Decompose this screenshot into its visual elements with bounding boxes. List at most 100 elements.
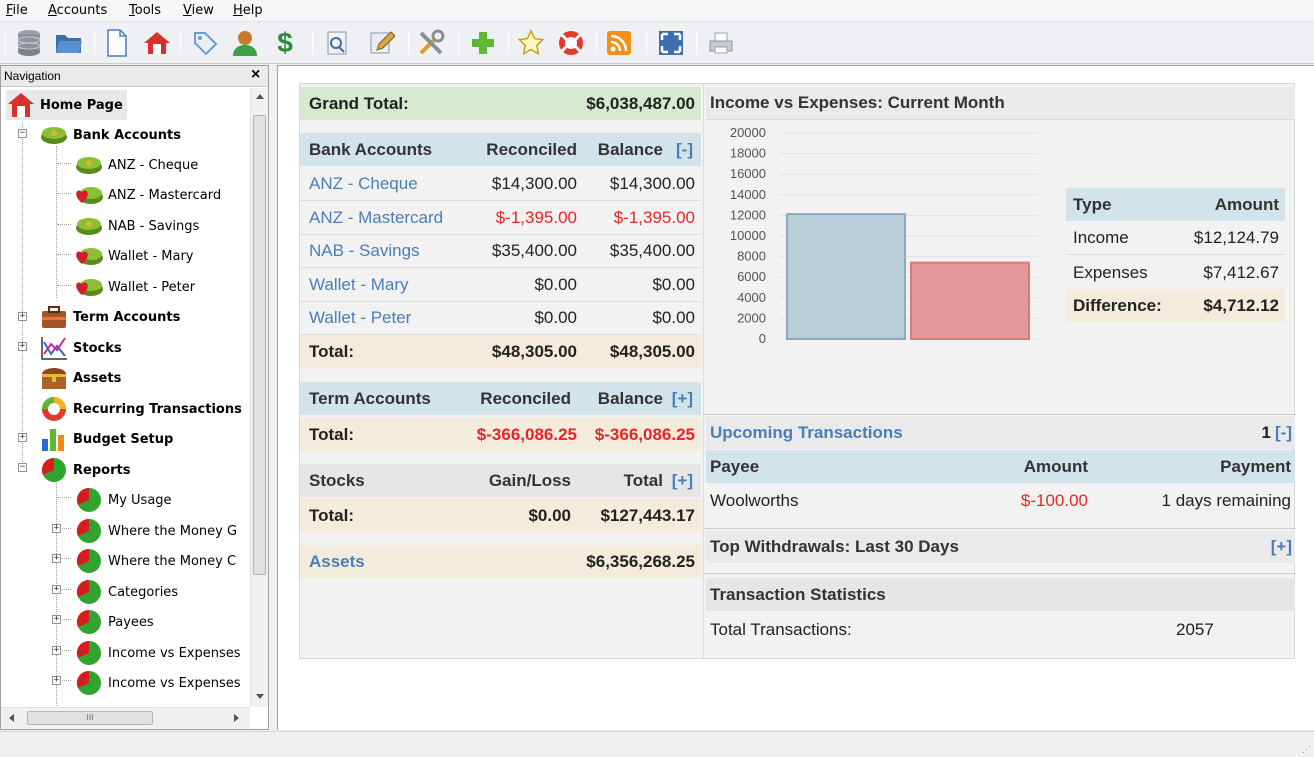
add-icon[interactable] bbox=[468, 28, 498, 58]
total-value: $127,443.17 bbox=[600, 505, 695, 525]
nav-item-label: ANZ - Cheque bbox=[108, 157, 199, 173]
upcoming-title[interactable]: Upcoming Transactions bbox=[710, 423, 903, 443]
nav-item-income-vs-expenses[interactable]: Income vs Expenses bbox=[74, 668, 241, 698]
top-withdrawals-header: Top Withdrawals: Last 30 Days [+] bbox=[706, 530, 1295, 563]
menu-tools[interactable]: Tools bbox=[129, 3, 161, 18]
money-heart-icon bbox=[76, 248, 103, 265]
nav-item-payees[interactable]: Payees bbox=[74, 607, 154, 637]
scroll-thumb[interactable] bbox=[253, 115, 266, 575]
scroll-right-icon[interactable] bbox=[234, 714, 239, 722]
nav-item-wallet-mary[interactable]: Wallet - Mary bbox=[74, 241, 193, 271]
user-icon[interactable] bbox=[230, 28, 260, 58]
menu-help[interactable]: Help bbox=[233, 3, 263, 18]
term-total-row: Total: $-366,086.25 $-366,086.25 bbox=[300, 418, 701, 451]
database-icon[interactable] bbox=[14, 28, 44, 58]
resize-grip-icon[interactable]: ⋰ bbox=[1302, 745, 1311, 755]
menu-accounts[interactable]: Accounts bbox=[48, 3, 107, 18]
collapse-toggle[interactable]: − bbox=[18, 129, 27, 138]
account-link[interactable]: NAB - Savings bbox=[309, 241, 420, 261]
nav-item-assets[interactable]: Assets bbox=[39, 363, 121, 393]
nav-item-income-vs-expenses[interactable]: Income vs Expenses bbox=[74, 638, 241, 668]
home-icon[interactable] bbox=[142, 28, 172, 58]
assets-link[interactable]: Assets bbox=[309, 552, 365, 572]
tag-icon[interactable] bbox=[190, 28, 220, 58]
expand-toggle[interactable]: + bbox=[18, 342, 27, 351]
difference-row: Difference: $4,712.12 bbox=[1066, 289, 1285, 322]
nav-item-my-usage[interactable]: My Usage bbox=[74, 485, 172, 515]
scroll-up-icon[interactable] bbox=[256, 94, 264, 99]
scroll-thumb[interactable]: III bbox=[27, 711, 153, 725]
total-gain: $0.00 bbox=[528, 505, 571, 525]
nav-item-label: My Usage bbox=[108, 492, 172, 508]
expand-withdrawals-link[interactable]: [+] bbox=[1271, 537, 1292, 557]
nav-item-anz-cheque[interactable]: ANZ - Cheque bbox=[74, 150, 198, 180]
table-row[interactable]: ANZ - Cheque $14,300.00 $14,300.00 bbox=[300, 168, 701, 201]
expand-toggle[interactable]: + bbox=[52, 554, 61, 563]
collapse-bank-link[interactable]: [-] bbox=[676, 140, 693, 160]
nav-item-categories[interactable]: Categories bbox=[74, 577, 178, 607]
nav-vertical-scrollbar[interactable] bbox=[250, 88, 268, 707]
edit-icon[interactable] bbox=[367, 28, 397, 58]
account-link[interactable]: Wallet - Mary bbox=[309, 275, 409, 295]
nav-item-recurring-transactions[interactable]: Recurring Transactions bbox=[39, 394, 242, 424]
expand-toggle[interactable]: + bbox=[18, 433, 27, 442]
nav-item-reports[interactable]: Reports bbox=[39, 455, 130, 485]
fullscreen-icon[interactable] bbox=[656, 28, 686, 58]
menu-view[interactable]: View bbox=[183, 3, 214, 18]
tools-icon[interactable] bbox=[416, 28, 446, 58]
table-row[interactable]: NAB - Savings $35,400.00 $35,400.00 bbox=[300, 235, 701, 268]
scroll-down-icon[interactable] bbox=[256, 694, 264, 699]
table-row[interactable]: ANZ - Mastercard $-1,395.00 $-1,395.00 bbox=[300, 202, 701, 235]
print-preview-icon[interactable] bbox=[322, 28, 352, 58]
account-link[interactable]: ANZ - Cheque bbox=[309, 174, 418, 194]
term-accounts-title: Term Accounts bbox=[309, 388, 431, 408]
nav-item-label: Where the Money C bbox=[108, 553, 237, 569]
close-icon[interactable]: × bbox=[251, 66, 260, 84]
nav-item-nab-savings[interactable]: NAB - Savings bbox=[74, 211, 199, 241]
collapse-toggle[interactable]: − bbox=[18, 463, 27, 472]
folder-open-icon[interactable] bbox=[54, 28, 84, 58]
nav-item-label: Income vs Expenses bbox=[108, 645, 241, 661]
nav-item-term-accounts[interactable]: Term Accounts bbox=[39, 302, 180, 332]
expand-toggle[interactable]: + bbox=[52, 676, 61, 685]
total-label: Total: bbox=[309, 505, 355, 525]
expand-stocks-link[interactable]: [+] bbox=[672, 471, 693, 491]
expand-toggle[interactable]: + bbox=[52, 524, 61, 533]
help-icon[interactable] bbox=[556, 28, 586, 58]
nav-item-where-money-comes[interactable]: Where the Money C bbox=[74, 546, 236, 576]
pie-chart-icon bbox=[76, 487, 101, 512]
nav-item-where-money-goes[interactable]: Where the Money G bbox=[74, 516, 237, 546]
nav-horizontal-scrollbar[interactable]: III bbox=[1, 707, 250, 729]
expand-toggle[interactable]: + bbox=[18, 312, 27, 321]
table-row[interactable]: Wallet - Mary $0.00 $0.00 bbox=[300, 269, 701, 302]
new-document-icon[interactable] bbox=[102, 28, 132, 58]
total-balance: $-366,086.25 bbox=[594, 424, 695, 444]
expand-toggle[interactable]: + bbox=[52, 646, 61, 655]
printer-icon[interactable] bbox=[706, 28, 736, 58]
scroll-left-icon[interactable] bbox=[9, 714, 14, 722]
type-header: Type bbox=[1073, 194, 1112, 214]
expand-toggle[interactable]: + bbox=[52, 615, 61, 624]
table-row[interactable]: Wallet - Peter $0.00 $0.00 bbox=[300, 302, 701, 335]
nav-item-label: ANZ - Mastercard bbox=[108, 187, 222, 203]
expand-toggle[interactable]: + bbox=[52, 585, 61, 594]
star-icon[interactable] bbox=[516, 28, 546, 58]
nav-item-anz-mastercard[interactable]: ANZ - Mastercard bbox=[74, 180, 221, 210]
amount-cell: $-100.00 bbox=[1020, 490, 1088, 510]
dollar-icon[interactable]: $ bbox=[270, 27, 300, 58]
menu-file[interactable]: File bbox=[6, 3, 28, 18]
upcoming-row[interactable]: Woolworths $-100.00 1 days remaining bbox=[706, 484, 1295, 517]
account-link[interactable]: ANZ - Mastercard bbox=[309, 208, 443, 228]
expand-term-link[interactable]: [+] bbox=[672, 389, 693, 409]
term-accounts-header: Term Accounts Reconciled Balance [+] bbox=[300, 382, 701, 415]
collapse-upcoming-link[interactable]: [-] bbox=[1275, 423, 1292, 443]
nav-item-wallet-peter[interactable]: Wallet - Peter bbox=[74, 272, 195, 302]
y-tick-label: 0 bbox=[759, 331, 766, 346]
income-expenses-chart: 2000018000160001400012000100008000600040… bbox=[730, 125, 1038, 346]
nav-item-home-page[interactable]: Home Page bbox=[6, 90, 127, 120]
rss-icon[interactable] bbox=[604, 28, 634, 58]
nav-item-budget-setup[interactable]: Budget Setup bbox=[39, 424, 173, 454]
nav-item-bank-accounts[interactable]: Bank Accounts bbox=[39, 120, 181, 150]
account-link[interactable]: Wallet - Peter bbox=[309, 308, 411, 328]
nav-item-stocks[interactable]: Stocks bbox=[39, 333, 122, 363]
